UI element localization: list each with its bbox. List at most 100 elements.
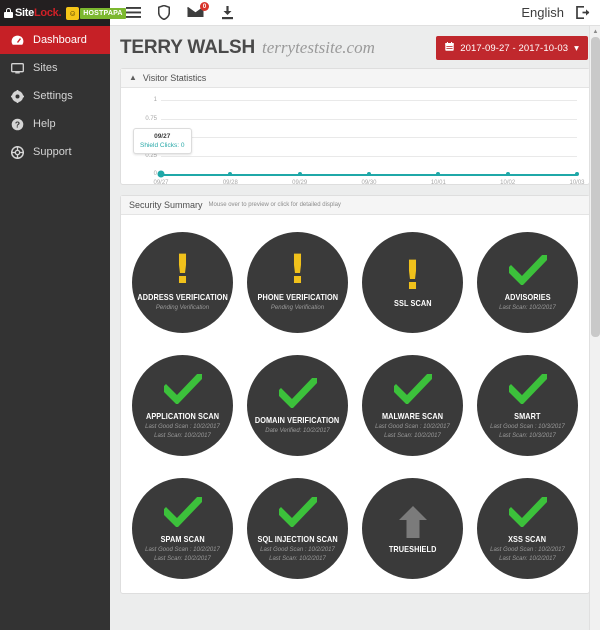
chart-gridline	[161, 100, 577, 101]
check-icon	[508, 496, 547, 527]
visitor-panel-title: Visitor Statistics	[142, 73, 207, 83]
up-arrow-icon	[398, 504, 428, 540]
chart-data-point[interactable]	[575, 172, 579, 176]
security-tile-detail: Last Scan: 10/2/2017	[499, 305, 556, 312]
chart-x-tick-label: 09/27	[153, 180, 169, 186]
sidebar-item-dashboard[interactable]: Dashboard	[0, 26, 110, 54]
date-range-label: 2017-09-27 - 2017-10-03	[460, 42, 569, 54]
security-tile-detail: Last Good Scan : 10/2/2017 Last Scan: 10/…	[260, 546, 335, 562]
check-icon	[278, 375, 317, 411]
check-icon	[508, 373, 547, 404]
check-icon	[278, 494, 317, 530]
sidebar-item-help[interactable]: ? Help	[0, 110, 110, 138]
chart-data-point[interactable]	[157, 170, 165, 178]
security-tile-domain-verification[interactable]: DOMAIN VERIFICATION Date Verified: 10/2/2…	[247, 355, 348, 456]
security-tile-phone-verification[interactable]: ! PHONE VERIFICATION Pending Verification	[247, 232, 348, 333]
chart-y-tick-label: 0.75	[145, 115, 157, 122]
security-tile-detail: Last Good Scan : 10/2/2017 Last Scan: 10/…	[145, 423, 220, 439]
security-tile-detail: Date Verified: 10/2/2017	[265, 428, 330, 435]
page-domain: terrytestsite.com	[262, 38, 375, 57]
security-tile-ssl-scan[interactable]: ! SSL SCAN	[362, 232, 463, 333]
visitor-statistics-panel: ▲ Visitor Statistics 10.750.50.25009/270…	[120, 68, 590, 186]
brand-dot: .	[58, 6, 62, 19]
security-tile-label: ADDRESS VERIFICATION	[137, 292, 228, 303]
chart-tooltip-title: 09/27	[154, 133, 171, 140]
top-bar: SiteLock. ☺ HOSTPAPA 0 English	[0, 0, 600, 26]
chart-data-point[interactable]	[297, 172, 302, 176]
hostpapa-mascot-icon: ☺	[66, 6, 80, 20]
check-icon	[508, 252, 547, 288]
main-content: TERRY WALSH terrytestsite.com 2017-09-27…	[110, 26, 600, 630]
security-tile-detail: Pending Verification	[270, 305, 325, 312]
question-icon: ?	[11, 118, 24, 131]
security-tile-application-scan[interactable]: APPLICATION SCAN Last Good Scan : 10/2/20…	[132, 355, 233, 456]
security-tile-sql-injection-scan[interactable]: SQL INJECTION SCAN Last Good Scan : 10/2/…	[247, 478, 348, 579]
security-panel-header: Security Summary Mouse over to preview o…	[121, 196, 589, 215]
page-header: TERRY WALSH terrytestsite.com 2017-09-27…	[110, 26, 600, 68]
chart-data-point[interactable]	[505, 172, 510, 176]
chart-gridline	[161, 137, 577, 138]
chart-data-point[interactable]	[436, 172, 441, 176]
caret-up-icon[interactable]: ▲	[129, 74, 137, 82]
vertical-scrollbar[interactable]: ▲	[589, 26, 600, 630]
security-tile-label: TRUESHIELD	[388, 543, 437, 554]
security-tile-label: XSS SCAN	[508, 533, 547, 544]
security-tile-spam-scan[interactable]: SPAM SCAN Last Good Scan : 10/2/2017 Last …	[132, 478, 233, 579]
security-tile-smart[interactable]: SMART Last Good Scan : 10/3/2017 Last Scan…	[477, 355, 578, 456]
security-tile-label: APPLICATION SCAN	[145, 410, 220, 421]
security-tile-address-verification[interactable]: ! ADDRESS VERIFICATION Pending Verificatio…	[132, 232, 233, 333]
scrollbar-thumb[interactable]	[591, 37, 600, 337]
exclamation-icon: !	[173, 247, 192, 294]
security-tile-label: SMART	[514, 410, 541, 421]
up-arrow-icon	[398, 505, 427, 538]
sidebar-item-label: Settings	[33, 90, 73, 102]
gear-icon	[11, 89, 24, 103]
brand-logo[interactable]: SiteLock. ☺ HOSTPAPA	[0, 0, 126, 26]
download-icon[interactable]	[221, 5, 234, 20]
svg-text:?: ?	[15, 119, 20, 129]
visitor-chart[interactable]: 10.750.50.25009/2709/2809/2909/3010/0110…	[121, 88, 589, 186]
padlock-icon	[4, 8, 13, 18]
shield-icon[interactable]	[158, 5, 170, 20]
chevron-down-icon: ▾	[574, 42, 579, 54]
mail-icon[interactable]: 0	[187, 2, 209, 19]
check-icon	[163, 496, 202, 527]
sidebar-item-sites[interactable]: Sites	[0, 54, 110, 82]
security-tile-xss-scan[interactable]: XSS SCAN Last Good Scan : 10/2/2017 Last S…	[477, 478, 578, 579]
calendar-icon	[445, 42, 454, 54]
security-panel-subtitle: Mouse over to preview or click for detai…	[208, 202, 341, 208]
security-tile-detail: Pending Verification	[155, 305, 210, 312]
security-tile-label: MALWARE SCAN	[381, 410, 444, 421]
brand-wordmark: SiteLock.	[15, 6, 62, 19]
chart-data-point[interactable]	[367, 172, 371, 176]
chart-y-tick-label: 0	[153, 171, 157, 177]
sidebar-item-support[interactable]: Support	[0, 138, 110, 166]
menu-icon[interactable]	[126, 6, 141, 19]
chart-x-tick-label: 10/01	[430, 180, 446, 186]
sidebar-item-settings[interactable]: Settings	[0, 82, 110, 110]
lifebuoy-icon	[11, 145, 24, 159]
date-range-button[interactable]: 2017-09-27 - 2017-10-03 ▾	[436, 36, 588, 60]
chart-data-point[interactable]	[228, 172, 233, 176]
check-icon	[163, 494, 202, 530]
brand-lock-text: Lock	[33, 6, 59, 19]
monitor-icon	[11, 62, 24, 74]
security-tile-advisories[interactable]: ADVISORIES Last Scan: 10/2/2017	[477, 232, 578, 333]
logout-icon[interactable]	[576, 6, 590, 19]
security-tile-malware-scan[interactable]: MALWARE SCAN Last Good Scan : 10/2/2017 La…	[362, 355, 463, 456]
dashboard-icon	[11, 35, 24, 46]
check-icon	[163, 371, 202, 407]
chart-x-tick-label: 09/28	[222, 180, 238, 186]
chart-tooltip: 09/27 Shield Clicks: 0	[133, 128, 193, 154]
language-selector[interactable]: English	[521, 5, 564, 20]
security-tile-trueshield[interactable]: TRUESHIELD	[362, 478, 463, 579]
visitor-panel-header[interactable]: ▲ Visitor Statistics	[121, 69, 589, 88]
exclamation-icon: !	[403, 252, 422, 299]
security-tile-detail: Last Good Scan : 10/2/2017 Last Scan: 10/…	[375, 423, 450, 439]
security-tile-label: SQL INJECTION SCAN	[257, 533, 338, 544]
scroll-up-arrow-icon[interactable]: ▲	[590, 26, 600, 37]
page-title: TERRY WALSH	[120, 37, 256, 58]
chart-gridline	[161, 155, 577, 157]
security-tile-label: DOMAIN VERIFICATION	[255, 415, 340, 426]
topbar-icon-group: 0	[110, 0, 234, 25]
